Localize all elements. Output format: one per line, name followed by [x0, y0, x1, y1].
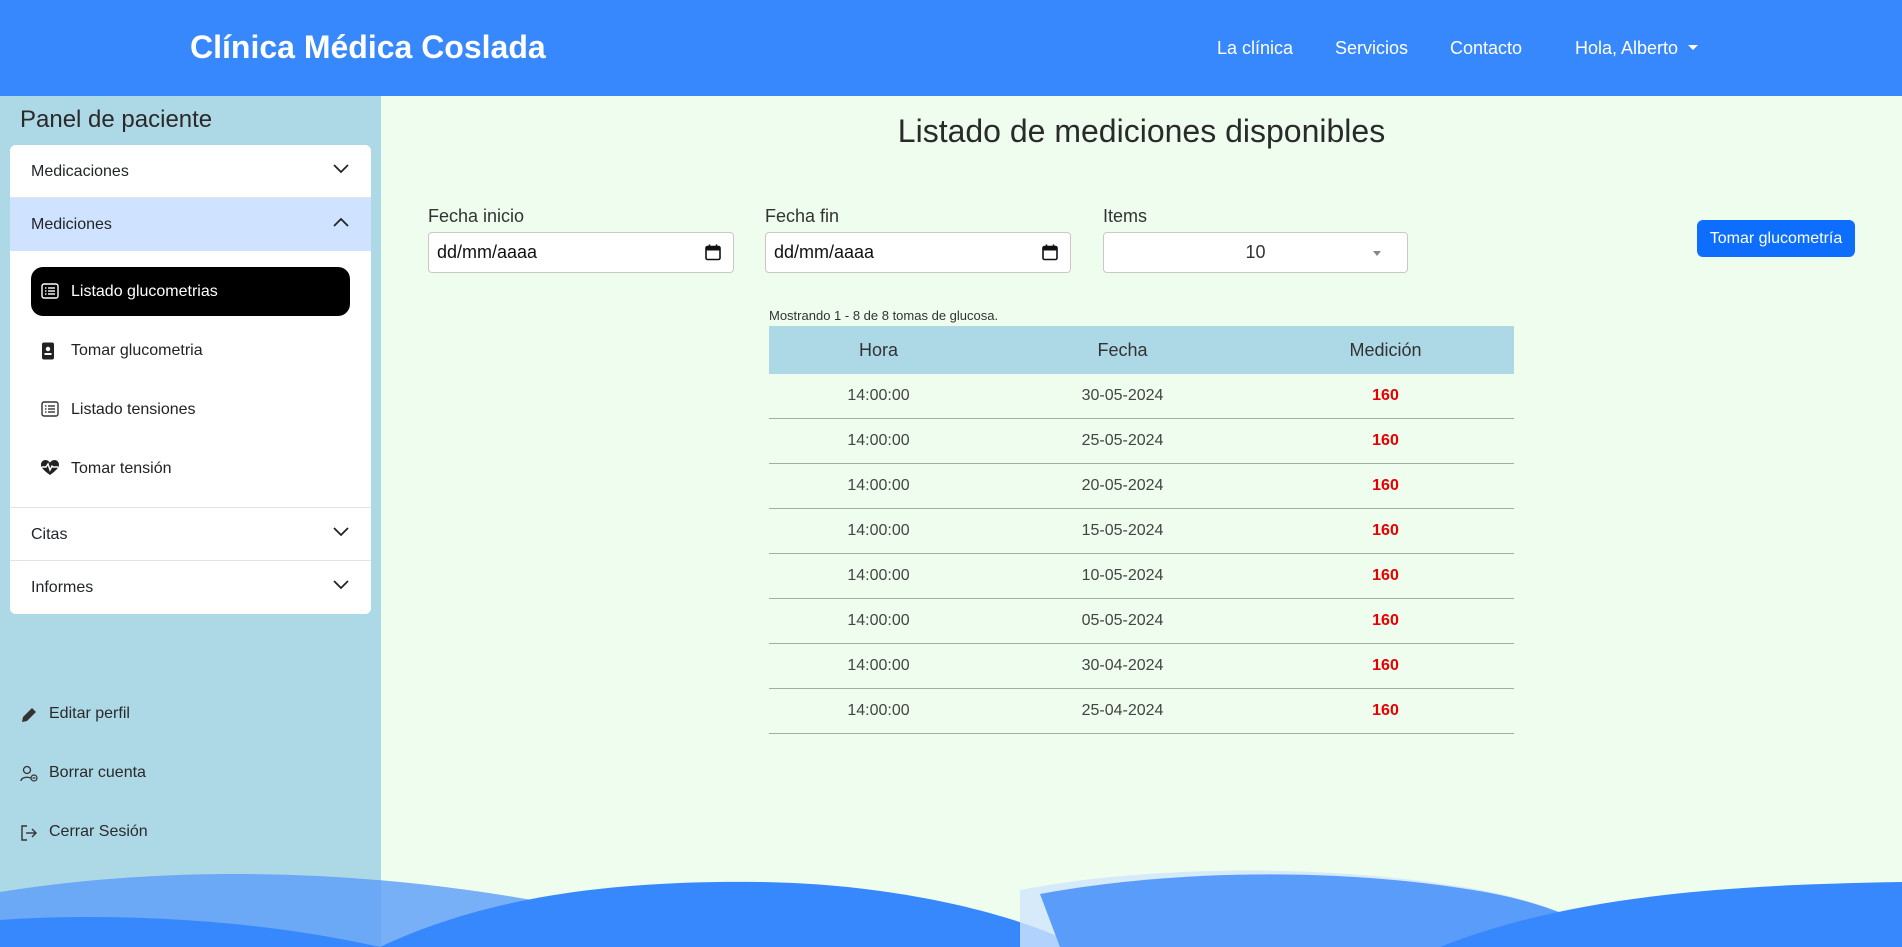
table-row: 14:00:00 15-05-2024 160	[769, 509, 1514, 554]
column-header-hora: Hora	[858, 340, 898, 360]
cell-hora: 14:00:00	[847, 477, 910, 494]
accordion-informes[interactable]: Informes	[10, 561, 371, 614]
end-date-value: dd/mm/aaaa	[774, 242, 875, 262]
cell-medicion: 160	[1372, 702, 1399, 719]
nav-link-contacto[interactable]: Contacto	[1450, 38, 1522, 59]
accordion-label: Informes	[31, 579, 94, 596]
nav-link-la-clinica[interactable]: La clínica	[1217, 38, 1293, 59]
cell-medicion: 160	[1372, 477, 1399, 494]
table-header: Hora Fecha Medición	[769, 326, 1514, 374]
user-menu-dropdown[interactable]: Hola, Alberto	[1575, 38, 1699, 59]
cell-fecha: 20-05-2024	[1081, 477, 1164, 494]
column-header-medicion: Medición	[1349, 340, 1422, 360]
sub-item-label: Tomar tensión	[71, 460, 172, 477]
cell-medicion: 160	[1372, 612, 1399, 629]
accordion-citas[interactable]: Citas	[10, 508, 371, 561]
table-row: 14:00:00 30-05-2024 160	[769, 374, 1514, 419]
sub-item-label: Listado glucometrias	[71, 283, 218, 300]
badge-icon	[42, 342, 54, 360]
table-row: 14:00:00 30-04-2024 160	[769, 644, 1514, 689]
chevron-down-icon	[333, 527, 349, 537]
cell-medicion: 160	[1372, 387, 1399, 404]
chevron-down-icon	[333, 164, 349, 174]
cell-hora: 14:00:00	[847, 387, 910, 404]
sidebar-title: Panel de paciente	[20, 106, 213, 133]
start-date-value: dd/mm/aaaa	[437, 242, 538, 262]
cell-fecha: 05-05-2024	[1081, 612, 1164, 629]
chevron-up-icon	[333, 217, 349, 227]
cell-hora: 14:00:00	[847, 657, 910, 674]
cell-medicion: 160	[1372, 567, 1399, 584]
caret-down-icon	[1688, 45, 1699, 50]
chevron-down-icon	[333, 580, 349, 590]
results-count-text: Mostrando 1 - 8 de 8 tomas de glucosa.	[769, 308, 999, 323]
list-icon	[41, 283, 59, 299]
sidebar-item-listado-glucometrias[interactable]: Listado glucometrias	[31, 267, 350, 316]
start-date-label: Fecha inicio	[428, 206, 525, 226]
caret-down-icon	[1373, 251, 1381, 256]
accordion-mediciones[interactable]: Mediciones	[10, 198, 371, 251]
cell-fecha: 25-04-2024	[1081, 702, 1164, 719]
top-navbar: Clínica Médica Coslada La clínica Servic…	[0, 0, 1902, 96]
nav-link-servicios[interactable]: Servicios	[1335, 38, 1408, 59]
items-select[interactable]: 10	[1103, 232, 1408, 273]
pencil-icon	[22, 708, 36, 722]
logout-label: Cerrar Sesión	[49, 823, 148, 840]
table-row: 14:00:00 25-05-2024 160	[769, 419, 1514, 464]
brand-title[interactable]: Clínica Médica Coslada	[190, 29, 546, 66]
page-title: Listado de mediciones disponibles	[897, 113, 1386, 149]
table-row: 14:00:00 10-05-2024 160	[769, 554, 1514, 599]
cell-hora: 14:00:00	[847, 702, 910, 719]
heart-pulse-icon	[41, 460, 59, 475]
sidebar: Panel de paciente Medicaciones Medicione…	[0, 96, 381, 947]
cell-fecha: 15-05-2024	[1081, 522, 1164, 539]
cell-medicion: 160	[1372, 657, 1399, 674]
person-remove-icon	[20, 765, 38, 782]
user-menu-label: Hola, Alberto	[1575, 38, 1679, 58]
delete-account-link[interactable]: Borrar cuenta	[20, 764, 146, 782]
accordion-label: Citas	[31, 526, 68, 543]
sub-item-label: Listado tensiones	[71, 401, 196, 418]
sidebar-item-listado-tensiones[interactable]: Listado tensiones	[31, 385, 350, 434]
accordion-label: Medicaciones	[31, 163, 129, 180]
items-select-value: 10	[1245, 242, 1266, 262]
take-glucometry-button[interactable]: Tomar glucometría	[1697, 220, 1855, 257]
end-date-label: Fecha fin	[765, 206, 840, 226]
calendar-icon[interactable]	[705, 244, 721, 261]
measurements-table: Hora Fecha Medición 14:00:00 30-05-2024 …	[769, 326, 1514, 734]
cell-medicion: 160	[1372, 432, 1399, 449]
list-icon	[41, 401, 59, 417]
cell-fecha: 30-04-2024	[1081, 657, 1164, 674]
end-date-input[interactable]: dd/mm/aaaa	[765, 232, 1071, 273]
cell-hora: 14:00:00	[847, 567, 910, 584]
sidebar-item-tomar-glucometria[interactable]: Tomar glucometria	[31, 326, 350, 375]
table-row: 14:00:00 20-05-2024 160	[769, 464, 1514, 509]
items-label: Items	[1103, 206, 1148, 226]
sub-item-label: Tomar glucometria	[71, 342, 203, 359]
cell-medicion: 160	[1372, 522, 1399, 539]
cell-hora: 14:00:00	[847, 522, 910, 539]
logout-icon	[21, 825, 37, 841]
cell-hora: 14:00:00	[847, 612, 910, 629]
cell-fecha: 10-05-2024	[1081, 567, 1164, 584]
sidebar-item-tomar-tension[interactable]: Tomar tensión	[31, 444, 350, 493]
column-header-fecha: Fecha	[1097, 340, 1148, 360]
edit-profile-label: Editar perfil	[49, 705, 130, 722]
calendar-icon[interactable]	[1042, 244, 1058, 261]
cell-fecha: 30-05-2024	[1081, 387, 1164, 404]
edit-profile-link[interactable]: Editar perfil	[20, 705, 130, 723]
table-row: 14:00:00 25-04-2024 160	[769, 689, 1514, 734]
delete-account-label: Borrar cuenta	[49, 764, 146, 781]
cell-fecha: 25-05-2024	[1081, 432, 1164, 449]
start-date-input[interactable]: dd/mm/aaaa	[428, 232, 734, 273]
accordion-mediciones-body: Listado glucometrias Tomar glucometria L…	[10, 251, 371, 508]
accordion-label: Mediciones	[31, 216, 112, 233]
accordion-medicaciones[interactable]: Medicaciones	[10, 145, 371, 198]
logout-link[interactable]: Cerrar Sesión	[20, 823, 148, 841]
cell-hora: 14:00:00	[847, 432, 910, 449]
decorative-waves	[0, 870, 1902, 947]
table-row: 14:00:00 05-05-2024 160	[769, 599, 1514, 644]
sidebar-accordion: Medicaciones Mediciones Listado glucomet…	[10, 145, 371, 614]
